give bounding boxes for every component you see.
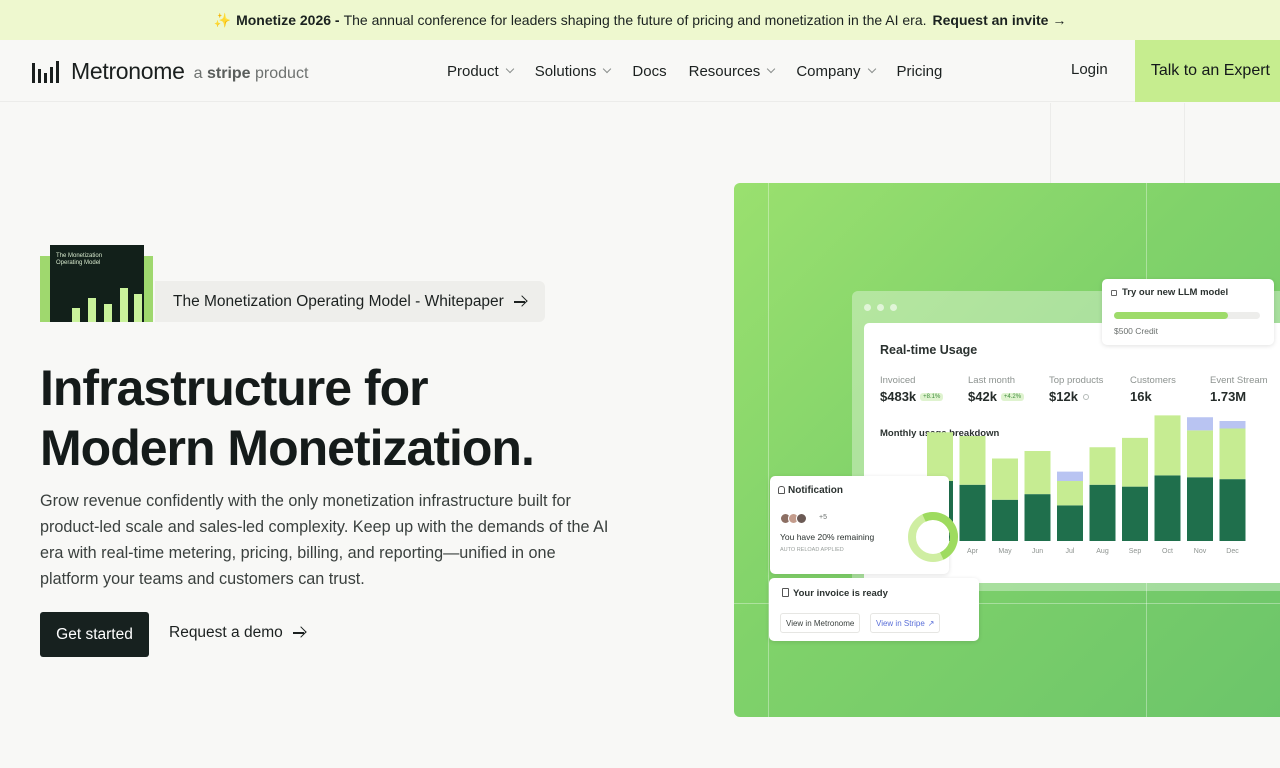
notification-card: Notification +5 You have 20% remaining A… [770,476,958,574]
bar-apr-s1 [959,436,986,485]
bar-mar-s1 [927,432,953,481]
bar-dec-s0 [1219,479,1246,541]
extra-count: +5 [819,514,827,521]
remaining-message: You have 20% remaining [780,532,875,542]
bar-jul-s1 [1057,481,1083,506]
brand-name: Metronome [71,58,185,84]
bar-sep-s0 [1122,486,1148,541]
chevron-down-icon [767,64,776,74]
usage-ring-chart [908,512,958,562]
x-tick-label: Aug [1096,548,1109,555]
login-link[interactable]: Login [1071,61,1108,78]
bar-nov-s1 [1187,430,1213,478]
x-tick-label: Jun [1032,548,1043,555]
bar-jun-s0 [1024,494,1051,541]
nav-item-resources[interactable]: Resources [689,63,776,80]
whitepaper-book-image: The Monetization Operating Model [50,245,144,322]
request-invite-link[interactable]: Request an invite → [933,12,1067,28]
decorative-grid [1050,103,1185,183]
credit-progress [1114,312,1260,319]
whitepaper-label: The Monetization Operating Model - White… [173,292,504,310]
banner-event-name: Monetize 2026 - [236,12,340,28]
chevron-down-icon [603,64,612,74]
notification-title: Notification [788,485,843,496]
bar-sep-s1 [1122,437,1148,487]
document-icon [782,588,789,597]
bar-oct-s0 [1154,475,1181,541]
nav-item-docs[interactable]: Docs [632,63,666,80]
llm-title: Try our new LLM model [1122,287,1229,298]
x-tick-label: May [998,548,1012,555]
stripe-product-tagline: a stripe product [193,64,309,82]
bar-may-s0 [992,499,1018,541]
avatar [796,513,807,524]
bar-dec-s2 [1219,421,1246,429]
x-tick-label: Nov [1194,548,1207,555]
bell-icon [778,486,785,494]
chevron-down-icon [505,64,514,74]
external-link-icon: ↗ [927,618,935,628]
chevron-down-icon [867,64,876,74]
bar-oct-s1 [1154,415,1181,476]
bar-jul-s0 [1057,505,1083,541]
invoice-card: Your invoice is ready View in Metronome … [769,578,979,641]
x-tick-label: Dec [1226,548,1239,555]
banner-text: The annual conference for leaders shapin… [343,12,927,28]
bar-may-s1 [992,458,1018,500]
view-in-stripe-button[interactable]: View in Stripe ↗ [870,613,941,633]
x-tick-label: Apr [967,548,979,555]
product-illustration: Real-time Usage Invoiced $483k +8.1% Last… [734,183,1280,717]
bar-nov-s2 [1187,417,1213,431]
x-tick-label: Oct [1162,548,1173,555]
arrow-right-icon [292,632,304,634]
nav-item-pricing[interactable]: Pricing [897,63,943,80]
metronome-logo-icon [32,60,59,83]
nav-menu: Product Solutions Docs Resources Company… [447,40,964,102]
bar-aug-s1 [1089,447,1116,485]
model-icon [1111,290,1117,296]
bar-dec-s1 [1219,428,1246,480]
x-tick-label: Jul [1066,548,1075,555]
llm-promo-card[interactable]: Try our new LLM model $500 Credit [1102,279,1274,345]
bar-nov-s0 [1187,477,1213,541]
invoice-title: Your invoice is ready [793,588,888,599]
request-demo-link[interactable]: Request a demo [169,624,304,642]
x-tick-label: Sep [1129,548,1142,555]
avatar-group [780,513,807,524]
credit-label: $500 Credit [1114,326,1158,336]
bar-apr-s0 [959,484,986,541]
nav-item-company[interactable]: Company [796,63,876,80]
announcement-banner: ✨ Monetize 2026 - The annual conference … [0,0,1280,40]
view-in-metronome-button[interactable]: View in Metronome [780,613,861,633]
metronome-logo[interactable]: Metronome a stripe product [32,58,308,85]
bar-aug-s0 [1089,484,1116,541]
bar-jul-s2 [1057,471,1083,481]
bar-jun-s1 [1024,451,1051,495]
get-started-button[interactable]: Get started [40,612,149,657]
hero-title: Infrastructure for Modern Monetization. [40,360,535,476]
main-nav: Metronome a stripe product Product Solut… [0,40,1280,102]
hero-description: Grow revenue confidently with the only m… [40,492,609,588]
auto-reload-label: AUTO RELOAD APPLIED [780,547,844,553]
arrow-right-icon [513,300,525,303]
nav-item-solutions[interactable]: Solutions [535,63,612,80]
sparkle-icon: ✨ [213,11,232,28]
nav-item-product[interactable]: Product [447,63,514,80]
talk-to-expert-button[interactable]: Talk to an Expert [1135,40,1280,102]
whitepaper-book-title: The Monetization Operating Model [56,253,103,266]
whitepaper-link[interactable]: The Monetization Operating Model - White… [155,281,545,322]
